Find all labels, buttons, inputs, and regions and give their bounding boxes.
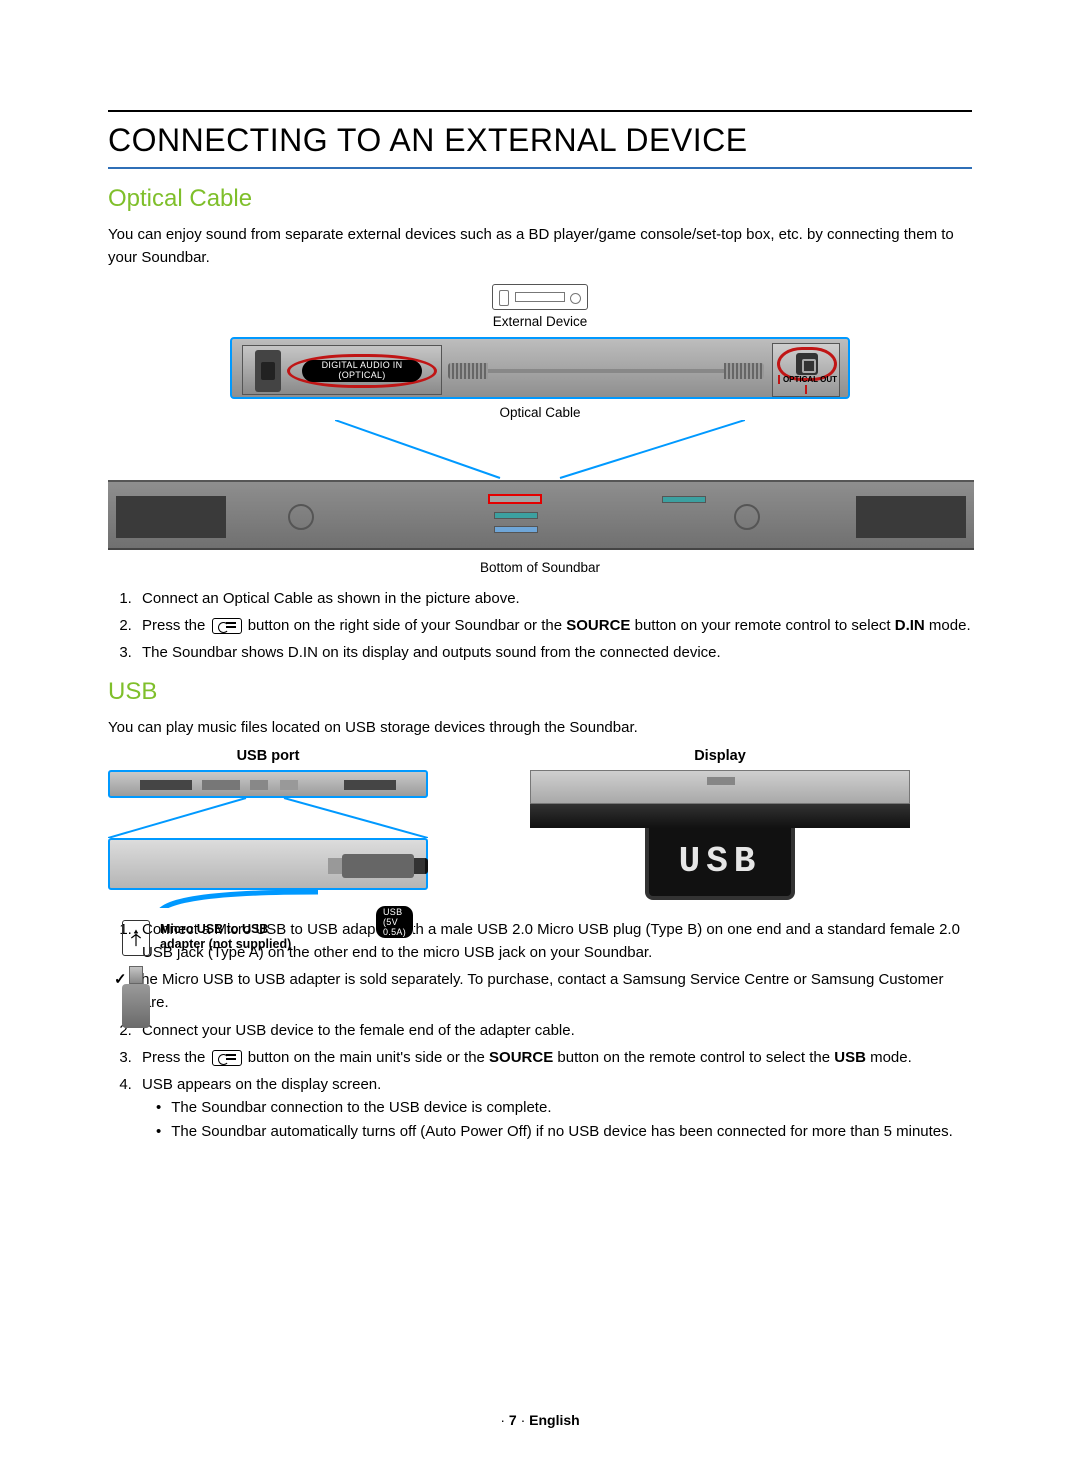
- usb-step-4-bullet-2: The Soundbar automatically turns off (Au…: [156, 1120, 972, 1143]
- section-heading-optical: Optical Cable: [108, 185, 972, 213]
- bottom-of-soundbar-label: Bottom of Soundbar: [108, 560, 972, 575]
- optical-cable-icon: [448, 363, 764, 379]
- usb-step-1-note: The Micro USB to USB adapter is sold sep…: [132, 968, 972, 1015]
- display-screen: USB: [645, 828, 795, 900]
- display-text: USB: [679, 841, 762, 882]
- usb-wire-icon: [148, 888, 328, 908]
- usb-soundbar-strip-icon: [108, 770, 428, 798]
- optical-intro: You can enjoy sound from separate extern…: [108, 223, 972, 270]
- optical-out-label: OPTICAL OUT: [773, 375, 839, 394]
- optical-steps: Connect an Optical Cable as shown in the…: [108, 587, 972, 665]
- section-heading-usb: USB: [108, 678, 972, 706]
- page-title: CONNECTING TO AN EXTERNAL DEVICE: [108, 122, 972, 169]
- page-language: English: [529, 1412, 580, 1428]
- soundbar-bottom-icon: [108, 480, 974, 550]
- usb-step-4-bullet-1: The Soundbar connection to the USB devic…: [156, 1096, 972, 1119]
- optical-out-port: OPTICAL OUT: [772, 343, 840, 397]
- usb-step-3: Press the button on the main unit's side…: [136, 1046, 972, 1069]
- optical-step-1: Connect an Optical Cable as shown in the…: [136, 587, 972, 610]
- soundbar-front-icon: [530, 770, 910, 804]
- page-footer: · 7 · English: [0, 1412, 1080, 1428]
- usb-intro: You can play music files located on USB …: [108, 716, 972, 739]
- connection-panel: DIGITAL AUDIO IN (OPTICAL) OPTICAL OUT: [230, 337, 850, 399]
- adapter-note: Micro USB to USB adapter (not supplied): [160, 922, 300, 953]
- page-number: 7: [509, 1412, 517, 1428]
- port-dark-icon: [255, 350, 281, 392]
- optical-cable-label: Optical Cable: [230, 405, 850, 420]
- usb-callout-lines-icon: [108, 798, 428, 838]
- usb-power-badge: USB (5V 0.5A): [375, 905, 414, 939]
- usb-step-4: USB appears on the display screen. The S…: [136, 1073, 972, 1143]
- digital-audio-in-highlight: DIGITAL AUDIO IN (OPTICAL): [287, 354, 437, 388]
- micro-usb-port-panel: USB (5V 0.5A): [108, 838, 428, 890]
- usb-port-label: USB port: [108, 748, 428, 764]
- optical-step-2: Press the button on the right side of yo…: [136, 614, 972, 637]
- source-icon: [212, 618, 242, 634]
- micro-usb-plug-icon: [342, 854, 414, 878]
- external-device-label: External Device: [492, 314, 588, 329]
- source-icon: [212, 1050, 242, 1066]
- usb-diagram: USB port USB (5V 0.5A) Micro USB to USB: [108, 748, 972, 900]
- digital-audio-in-label-2: (OPTICAL): [338, 371, 385, 380]
- usb-a-plug-icon: [122, 966, 150, 1028]
- optical-step-3: The Soundbar shows D.IN on its display a…: [136, 641, 972, 664]
- usb-step-2: Connect your USB device to the female en…: [136, 1019, 972, 1042]
- display-label: Display: [468, 748, 972, 764]
- external-device-icon: [492, 284, 588, 310]
- usb-trident-icon: [122, 920, 150, 956]
- optical-diagram: External Device DIGITAL AUDIO IN (OPTICA…: [108, 284, 972, 575]
- callout-lines-icon: [335, 420, 745, 480]
